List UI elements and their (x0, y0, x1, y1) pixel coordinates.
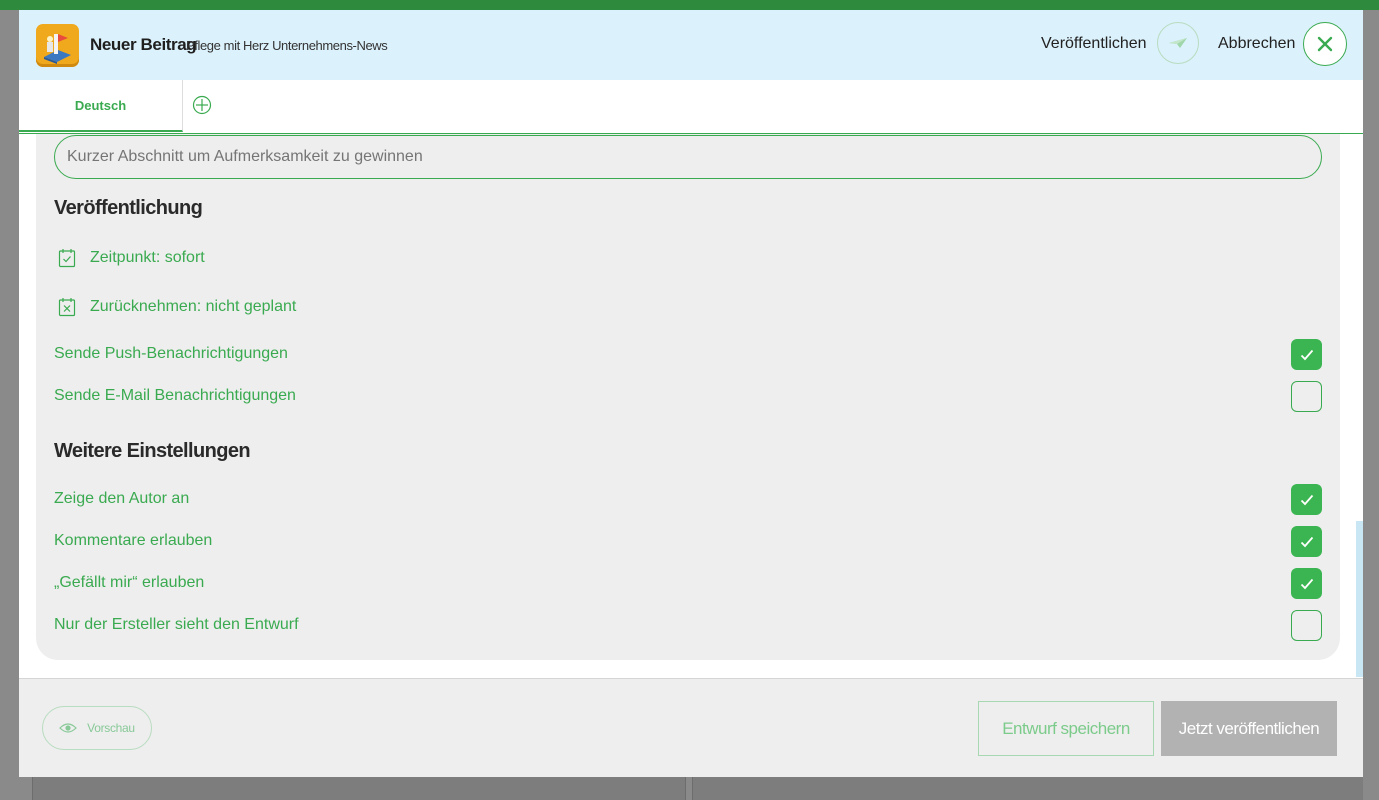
creator-only-draft-label: Nur der Ersteller sieht den Entwurf (54, 616, 299, 633)
close-icon (1317, 36, 1333, 52)
creator-only-draft-checkbox[interactable] (1291, 610, 1322, 641)
allow-likes-checkbox[interactable] (1291, 568, 1322, 599)
publish-button[interactable] (1157, 22, 1199, 64)
allow-comments-label: Kommentare erlauben (54, 532, 213, 549)
calendar-check-icon (54, 247, 80, 269)
checkmark-icon (1300, 578, 1313, 589)
dialog-title: Neuer Beitrag (90, 35, 197, 54)
teaser-textarea[interactable] (54, 135, 1322, 179)
tab-deutsch[interactable]: Deutsch (19, 80, 183, 132)
email-notification-label: Sende E-Mail Benachrichtigungen (54, 387, 296, 404)
eye-icon (59, 723, 78, 733)
paper-plane-icon (1169, 38, 1187, 48)
show-author-checkbox[interactable] (1291, 484, 1322, 515)
publish-time-item[interactable]: Zeitpunkt: sofort (54, 247, 205, 269)
settings-panel: Veröffentlichung Zeitpunkt: sofort (36, 134, 1340, 660)
allow-likes-label: „Gefällt mir“ erlauben (54, 574, 205, 591)
dialog-header: Neuer Beitrag Pflege mit Herz Unternehme… (19, 10, 1363, 80)
checkmark-icon (1300, 494, 1313, 505)
new-post-dialog: Neuer Beitrag Pflege mit Herz Unternehme… (19, 10, 1363, 777)
save-draft-button[interactable]: Entwurf speichern (978, 701, 1154, 756)
calendar-x-icon (54, 296, 80, 318)
email-notification-checkbox[interactable] (1291, 381, 1322, 412)
publication-heading: Veröffentlichung (54, 197, 203, 219)
language-tabs: Deutsch (19, 80, 1363, 134)
app-logo-icon (36, 24, 79, 67)
preview-label: Vorschau (87, 721, 135, 735)
publish-now-button[interactable]: Jetzt veröffentlichen (1161, 701, 1337, 756)
cancel-button[interactable] (1303, 22, 1347, 66)
push-notification-label: Sende Push-Benachrichtigungen (54, 345, 288, 362)
publish-label[interactable]: Veröffentlichen (1041, 35, 1147, 53)
publish-time-label: Zeitpunkt: sofort (90, 249, 205, 266)
cancel-label[interactable]: Abbrechen (1218, 35, 1295, 53)
revoke-time-item[interactable]: Zurücknehmen: nicht geplant (54, 296, 296, 318)
add-language-icon[interactable] (192, 95, 212, 115)
allow-comments-checkbox[interactable] (1291, 526, 1322, 557)
more-settings-heading: Weitere Einstellungen (54, 440, 251, 462)
dialog-footer: Vorschau Entwurf speichern Jetzt veröffe… (19, 678, 1363, 777)
show-author-label: Zeige den Autor an (54, 490, 190, 507)
push-notification-checkbox[interactable] (1291, 339, 1322, 370)
revoke-time-label: Zurücknehmen: nicht geplant (90, 298, 297, 315)
checkmark-icon (1300, 536, 1313, 547)
dialog-subtitle: Pflege mit Herz Unternehmens-News (186, 38, 388, 53)
app-top-bar (0, 0, 1379, 10)
content-scrollbar[interactable] (1356, 521, 1363, 677)
settings-content: Veröffentlichung Zeitpunkt: sofort (19, 134, 1363, 678)
checkmark-icon (1300, 349, 1313, 360)
preview-button[interactable]: Vorschau (42, 706, 152, 750)
